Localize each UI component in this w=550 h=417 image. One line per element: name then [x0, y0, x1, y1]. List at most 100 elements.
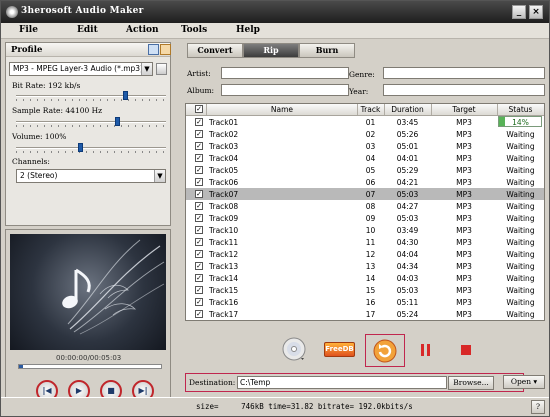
- select-all-checkbox[interactable]: ✓: [195, 105, 203, 113]
- table-row[interactable]: ✓ Track13 13 04:34 MP3 Waiting: [186, 260, 544, 272]
- track-status: Waiting: [506, 250, 535, 259]
- table-row[interactable]: ✓ Track07 07 05:03 MP3 Waiting: [186, 188, 544, 200]
- table-row[interactable]: ✓ Track03 03 05:01 MP3 Waiting: [186, 140, 544, 152]
- column-status[interactable]: Status: [497, 105, 544, 114]
- table-row[interactable]: ✓ Track01 01 03:45 MP3 14%: [186, 116, 544, 128]
- track-target: MP3: [456, 118, 472, 127]
- table-row[interactable]: ✓ Track09 09 05:03 MP3 Waiting: [186, 212, 544, 224]
- track-checkbox[interactable]: ✓: [195, 286, 203, 294]
- table-row[interactable]: ✓ Track06 06 04:21 MP3 Waiting: [186, 176, 544, 188]
- track-status: Waiting: [506, 310, 535, 319]
- track-checkbox[interactable]: ✓: [195, 250, 203, 258]
- menu-action[interactable]: Action: [126, 25, 159, 35]
- browse-button[interactable]: Browse...: [448, 376, 494, 390]
- column-track[interactable]: Track: [357, 105, 384, 114]
- column-duration[interactable]: Duration: [384, 105, 431, 114]
- track-duration: 04:04: [396, 250, 419, 259]
- track-checkbox[interactable]: ✓: [195, 202, 203, 210]
- track-checkbox[interactable]: ✓: [195, 262, 203, 270]
- format-select[interactable]: MP3 - MPEG Layer-3 Audio (*.mp3) ▼: [9, 62, 153, 76]
- table-row[interactable]: ✓ Track14 14 04:03 MP3 Waiting: [186, 272, 544, 284]
- track-target: MP3: [456, 214, 472, 223]
- tab-burn[interactable]: Burn: [299, 43, 355, 58]
- profile-list-icon[interactable]: [148, 44, 159, 55]
- track-checkbox[interactable]: ✓: [195, 190, 203, 198]
- table-row[interactable]: ✓ Track16 16 05:11 MP3 Waiting: [186, 296, 544, 308]
- bit-rate-slider[interactable]: [16, 91, 166, 101]
- menu-tools[interactable]: Tools: [181, 25, 207, 35]
- menu-file[interactable]: File: [19, 25, 38, 35]
- track-status: Waiting: [506, 142, 535, 151]
- table-row[interactable]: ✓ Track11 11 04:30 MP3 Waiting: [186, 236, 544, 248]
- stop-rip-button[interactable]: [459, 343, 473, 357]
- playback-seek-bar[interactable]: [18, 364, 162, 369]
- track-status: Waiting: [506, 214, 535, 223]
- table-row[interactable]: ✓ Track04 04 04:01 MP3 Waiting: [186, 152, 544, 164]
- track-status: Waiting: [506, 166, 535, 175]
- track-duration: 04:27: [396, 202, 419, 211]
- track-duration: 05:26: [396, 130, 419, 139]
- close-button[interactable]: ×: [529, 5, 543, 19]
- channels-select[interactable]: 2 (Stereo) ▼: [16, 169, 166, 183]
- table-row[interactable]: ✓ Track12 12 04:04 MP3 Waiting: [186, 248, 544, 260]
- pause-button[interactable]: [419, 343, 433, 357]
- slider-thumb[interactable]: [123, 91, 128, 100]
- tab-rip[interactable]: Rip: [243, 43, 299, 58]
- genre-field[interactable]: [383, 67, 545, 79]
- track-checkbox[interactable]: ✓: [195, 226, 203, 234]
- playback-time: 00:00:00/00:05:03: [56, 354, 122, 362]
- table-row[interactable]: ✓ Track17 17 05:24 MP3 Waiting: [186, 308, 544, 320]
- help-button[interactable]: ?: [531, 400, 545, 414]
- track-number: 02: [365, 130, 376, 139]
- track-checkbox[interactable]: ✓: [195, 238, 203, 246]
- track-name: Track14: [209, 274, 239, 283]
- year-label: Year:: [349, 87, 369, 96]
- channels-select-value: 2 (Stereo): [20, 171, 58, 180]
- chevron-down-icon: ▼: [154, 170, 165, 182]
- artist-field[interactable]: [221, 67, 349, 79]
- track-checkbox[interactable]: ✓: [195, 142, 203, 150]
- volume-slider[interactable]: [16, 143, 166, 153]
- slider-thumb[interactable]: [78, 143, 83, 152]
- browse-button-label: Browse...: [453, 378, 489, 387]
- track-checkbox[interactable]: ✓: [195, 130, 203, 138]
- cd-drive-button[interactable]: [282, 337, 308, 363]
- track-checkbox[interactable]: ✓: [195, 274, 203, 282]
- freedb-button[interactable]: FreeDB: [324, 342, 355, 357]
- column-name[interactable]: Name: [207, 105, 357, 114]
- track-checkbox[interactable]: ✓: [195, 178, 203, 186]
- track-checkbox[interactable]: ✓: [195, 214, 203, 222]
- track-checkbox[interactable]: ✓: [195, 298, 203, 306]
- album-field[interactable]: [221, 84, 349, 96]
- track-name: Track03: [209, 142, 239, 151]
- menu-edit[interactable]: Edit: [77, 25, 98, 35]
- slider-thumb[interactable]: [115, 117, 120, 126]
- table-row[interactable]: ✓ Track05 05 05:29 MP3 Waiting: [186, 164, 544, 176]
- track-status: Waiting: [506, 226, 535, 235]
- track-checkbox[interactable]: ✓: [195, 154, 203, 162]
- table-row[interactable]: ✓ Track15 15 05:03 MP3 Waiting: [186, 284, 544, 296]
- track-checkbox[interactable]: ✓: [195, 310, 203, 318]
- track-checkbox[interactable]: ✓: [195, 118, 203, 126]
- format-options-button[interactable]: [156, 63, 167, 75]
- track-checkbox[interactable]: ✓: [195, 166, 203, 174]
- sample-rate-slider[interactable]: [16, 117, 166, 127]
- year-field[interactable]: [383, 84, 545, 96]
- cd-disc-icon: [282, 337, 306, 361]
- track-number: 16: [365, 298, 376, 307]
- menu-help[interactable]: Help: [236, 25, 260, 35]
- destination-path-field[interactable]: C:\Temp: [237, 376, 447, 389]
- profile-settings-icon[interactable]: [160, 44, 171, 55]
- minimize-button[interactable]: _: [512, 5, 526, 19]
- table-row[interactable]: ✓ Track10 10 03:49 MP3 Waiting: [186, 224, 544, 236]
- profile-header: Profile: [6, 43, 171, 57]
- status-bar: size= 746kB time=31.82 bitrate= 192.0kbi…: [1, 397, 549, 416]
- rip-button[interactable]: [372, 338, 398, 364]
- table-row[interactable]: ✓ Track08 08 04:27 MP3 Waiting: [186, 200, 544, 212]
- table-row[interactable]: ✓ Track02 02 05:26 MP3 Waiting: [186, 128, 544, 140]
- open-button[interactable]: Open ▾: [503, 375, 545, 389]
- tab-convert[interactable]: Convert: [187, 43, 243, 58]
- track-number: 09: [365, 214, 376, 223]
- track-target: MP3: [456, 310, 472, 319]
- column-target[interactable]: Target: [431, 105, 497, 114]
